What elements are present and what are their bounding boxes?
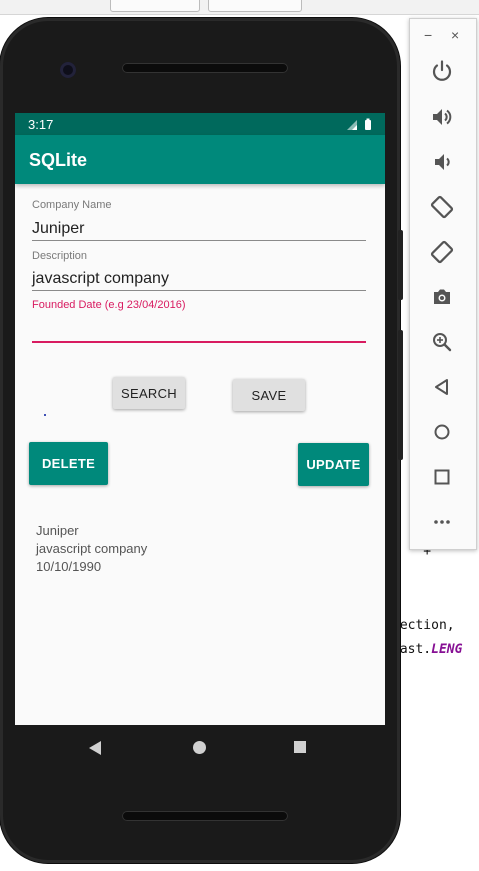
progress-dot [44, 414, 46, 416]
close-icon[interactable]: × [451, 27, 459, 43]
volume-keys [398, 330, 403, 460]
result-founded-date: 10/10/1990 [36, 559, 102, 574]
ide-code-fragment: d " + ; ; lection, oast.LENG [392, 544, 463, 657]
description-underline [32, 290, 366, 291]
company-name-underline [32, 240, 366, 241]
founded-date-label: Founded Date (e.g 23/04/2016) [32, 299, 186, 311]
ide-tab[interactable] [208, 0, 302, 12]
minimize-icon[interactable]: − [424, 27, 432, 43]
nav-home-icon[interactable] [193, 741, 206, 754]
more-icon[interactable] [430, 510, 454, 534]
status-bar: 3:17 [15, 113, 385, 135]
power-icon[interactable] [430, 59, 454, 83]
volume-down-icon[interactable] [430, 150, 454, 174]
app-title: SQLite [29, 150, 88, 170]
top-speaker [122, 63, 288, 73]
bottom-speaker [122, 811, 288, 821]
company-name-field[interactable]: Juniper [32, 220, 84, 238]
result-company-name: Juniper [36, 523, 79, 538]
front-camera [60, 62, 76, 78]
description-label: Description [32, 250, 88, 262]
delete-button[interactable]: DELETE [29, 442, 108, 485]
description-field[interactable]: javascript company [32, 270, 169, 288]
home-circle-icon[interactable] [430, 420, 454, 444]
back-triangle-icon[interactable] [430, 375, 454, 399]
founded-date-underline [32, 341, 366, 343]
app-bar: SQLite [15, 135, 385, 184]
search-button[interactable]: SEARCH [113, 377, 185, 409]
power-key [398, 230, 403, 300]
save-button[interactable]: SAVE [233, 379, 305, 411]
device-screen: 3:17 SQLite Company Name Juniper Descrip… [15, 113, 385, 725]
status-time: 3:17 [28, 117, 54, 132]
overview-square-icon[interactable] [430, 465, 454, 489]
nav-recents-icon[interactable] [294, 741, 306, 753]
ide-tab-strip [0, 0, 479, 15]
ide-tab[interactable] [110, 0, 200, 12]
rotate-right-icon[interactable] [430, 240, 454, 264]
emulator-toolbar: − × [409, 18, 477, 550]
zoom-icon[interactable] [430, 330, 454, 354]
nav-back-icon[interactable] [89, 741, 101, 755]
update-button[interactable]: UPDATE [298, 443, 369, 486]
result-description: javascript company [36, 541, 148, 556]
volume-up-icon[interactable] [430, 105, 454, 129]
rotate-left-icon[interactable] [430, 195, 454, 219]
navigation-bar [15, 725, 385, 770]
company-name-label: Company Name [32, 199, 112, 211]
signal-battery-icon [347, 118, 371, 130]
screenshot-camera-icon[interactable] [430, 285, 454, 309]
